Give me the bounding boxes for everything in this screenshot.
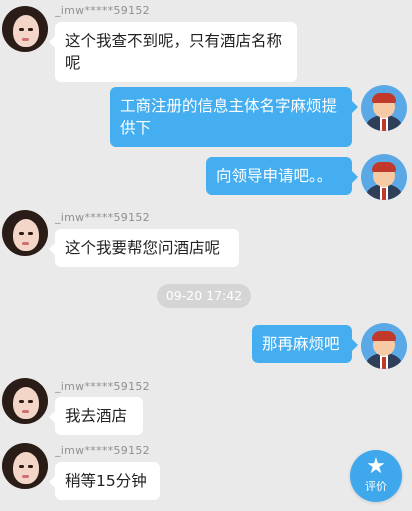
message-bubble[interactable]: 那再麻烦吧 (252, 325, 358, 363)
message-bubble[interactable]: 工商注册的信息主体名字麻烦提供下 (110, 87, 358, 147)
customer-avatar[interactable] (2, 6, 48, 52)
timestamp: 09-20 17:42 (157, 284, 251, 308)
message-bubble[interactable]: 向领导申请吧。。 (206, 157, 358, 195)
message-bubble[interactable]: 这个我要帮您问酒店呢 (49, 229, 239, 267)
rate-label: 评价 (365, 480, 387, 493)
customer-avatar[interactable] (2, 210, 48, 256)
agent-avatar[interactable] (361, 154, 407, 200)
sender-name: _imw*****59152 (55, 211, 150, 224)
sender-name: _imw*****59152 (55, 4, 150, 17)
customer-avatar[interactable] (2, 378, 48, 424)
message-bubble[interactable]: 我去酒店 (49, 397, 143, 435)
sender-name: _imw*****59152 (55, 380, 150, 393)
agent-avatar[interactable] (361, 85, 407, 131)
message-bubble[interactable]: 这个我查不到呢，只有酒店名称呢 (49, 22, 297, 82)
message-bubble[interactable]: 稍等15分钟 (49, 462, 160, 500)
agent-avatar[interactable] (361, 323, 407, 369)
sender-name: _imw*****59152 (55, 444, 150, 457)
customer-avatar[interactable] (2, 443, 48, 489)
star-icon: ★ (366, 454, 386, 479)
rate-button[interactable]: ★ 评价 (350, 450, 402, 502)
